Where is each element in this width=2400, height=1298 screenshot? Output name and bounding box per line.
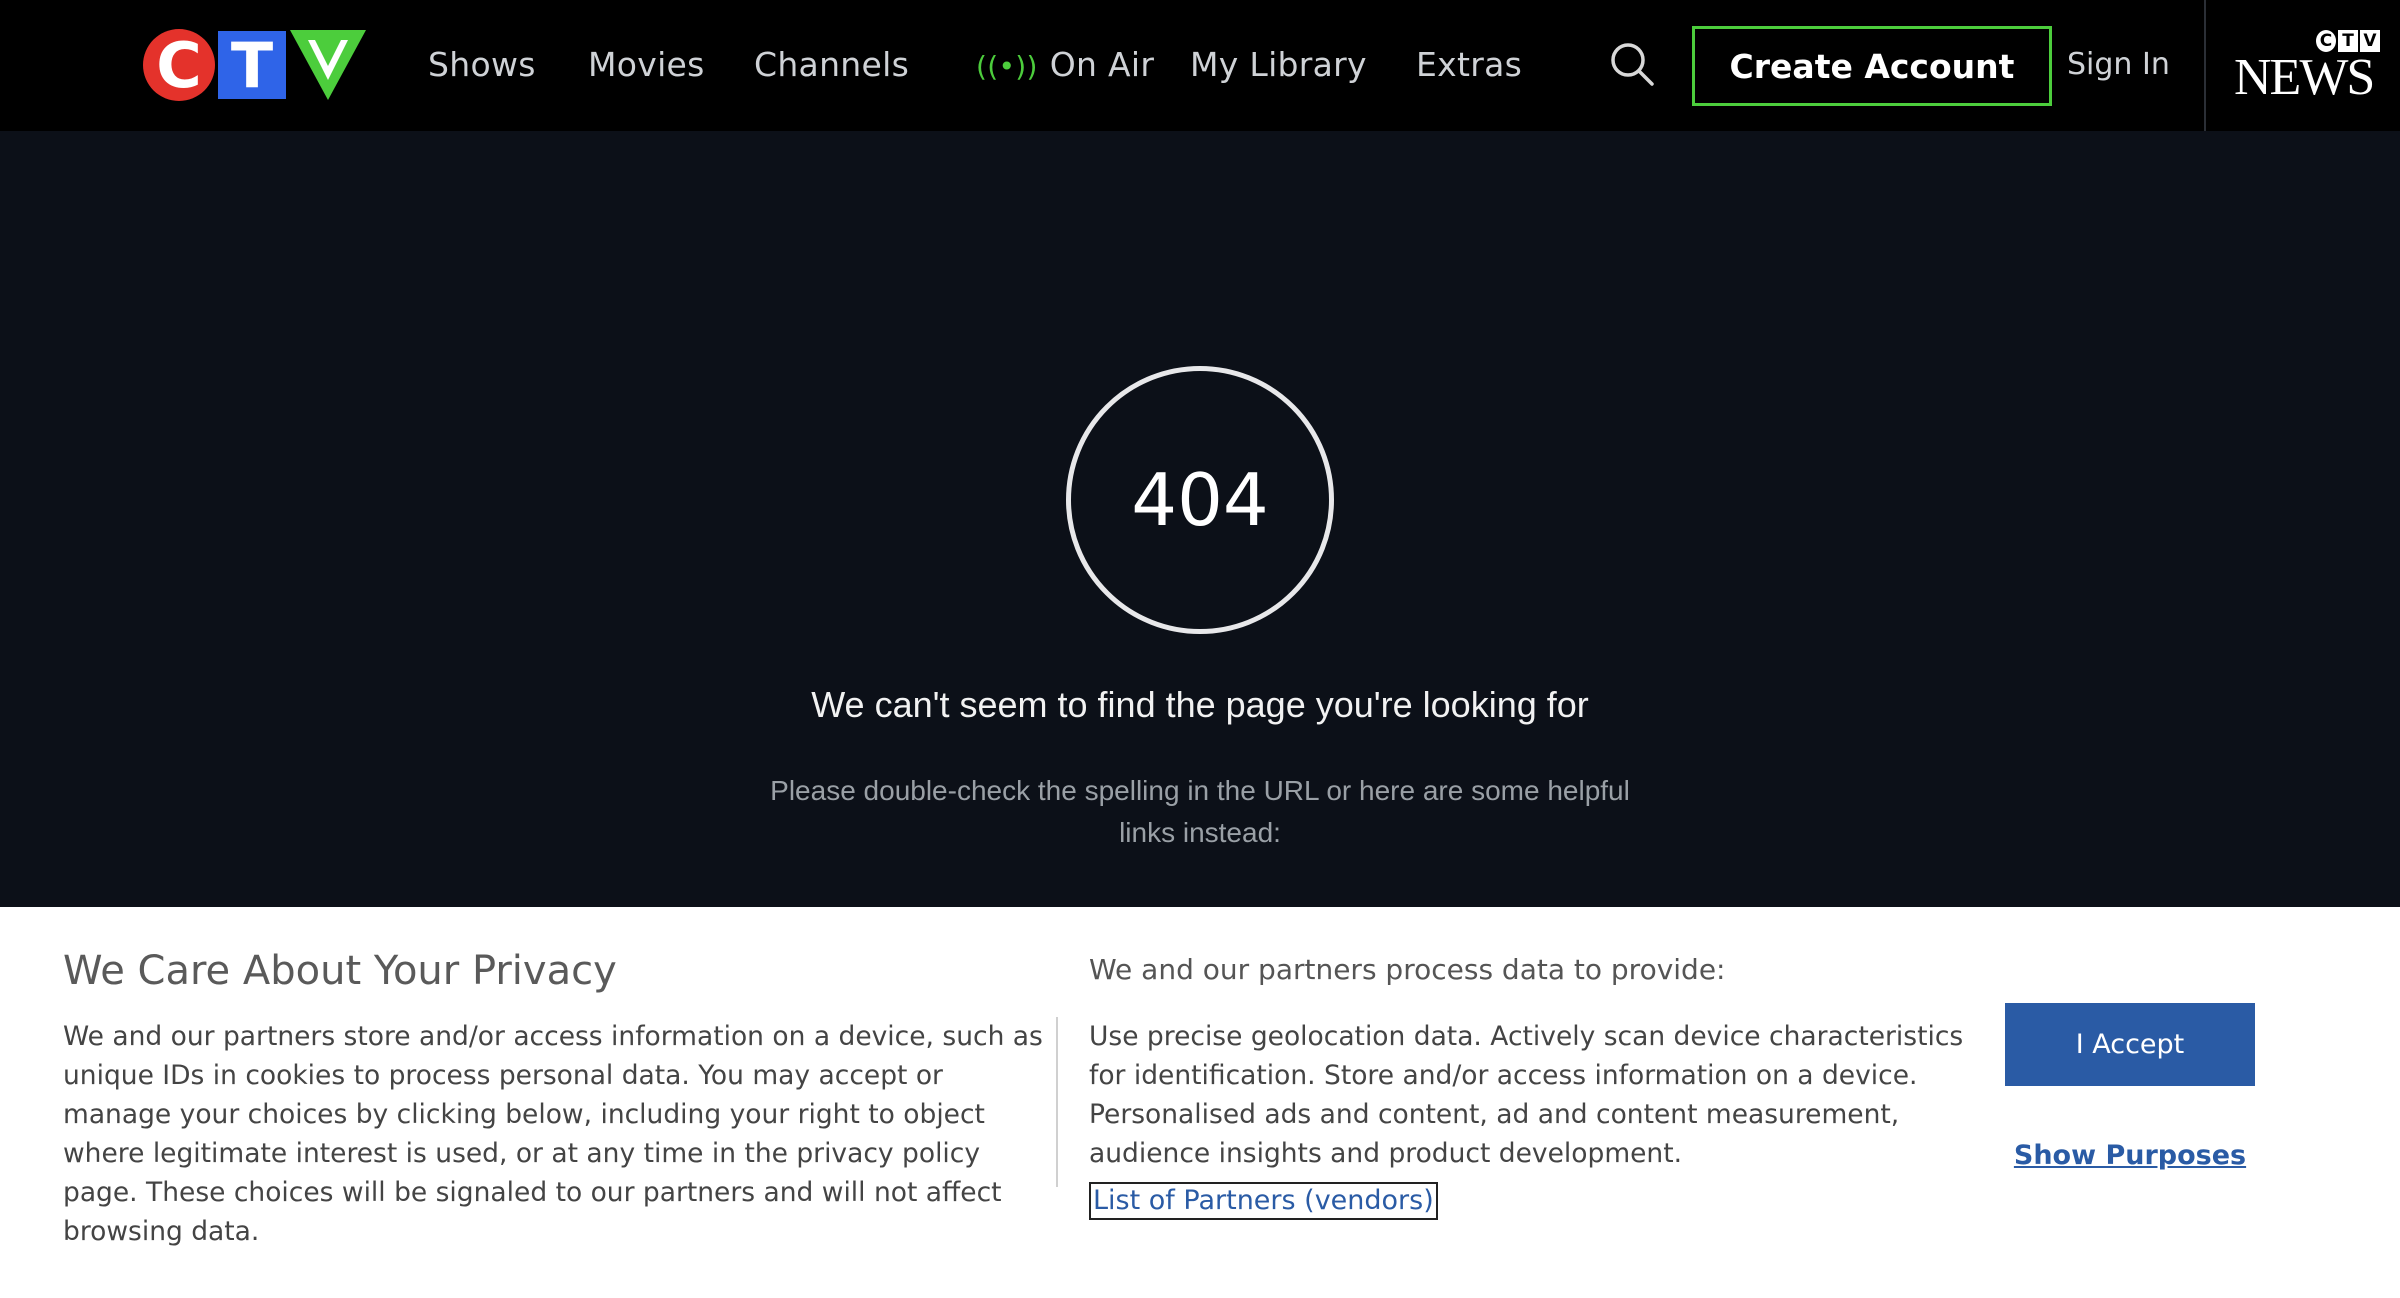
error-code: 404 xyxy=(1131,458,1269,542)
privacy-purposes-title: We and our partners process data to prov… xyxy=(1089,953,1726,986)
nav-on-air[interactable]: ((•)) On Air xyxy=(976,40,1154,90)
privacy-body: We and our partners store and/or access … xyxy=(63,1021,1043,1247)
error-code-circle: 404 xyxy=(1066,366,1334,634)
ctv-logo[interactable]: C T xyxy=(143,28,368,102)
broadcast-icon: ((•)) xyxy=(976,50,1038,83)
nav-my-library[interactable]: My Library xyxy=(1190,40,1367,90)
privacy-purposes-body: Use precise geolocation data. Actively s… xyxy=(1089,1021,1964,1169)
create-account-button[interactable]: Create Account xyxy=(1692,26,2052,106)
accept-button[interactable]: I Accept xyxy=(2005,1003,2255,1086)
error-title: We can't seem to find the page you're lo… xyxy=(811,684,1589,725)
sign-in-link[interactable]: Sign In xyxy=(2067,40,2170,90)
partners-link[interactable]: List of Partners (vendors) xyxy=(1089,1182,1438,1220)
news-logo-word: NEWS xyxy=(2234,49,2375,106)
nav-divider xyxy=(2204,0,2206,131)
nav-on-air-label: On Air xyxy=(1049,45,1155,84)
show-purposes-link[interactable]: Show Purposes xyxy=(2000,1140,2260,1171)
error-subtitle: Please double-check the spelling in the … xyxy=(770,775,1630,848)
privacy-divider xyxy=(1056,1017,1058,1187)
logo-letter-v xyxy=(290,30,366,100)
nav-channels[interactable]: Channels xyxy=(754,40,909,90)
logo-letter-t: T xyxy=(218,29,286,102)
search-icon[interactable] xyxy=(1608,40,1656,88)
top-navigation-bar: C T Shows Movies Channels ((•)) On Air My… xyxy=(0,0,2400,131)
nav-movies[interactable]: Movies xyxy=(588,40,705,90)
ctv-news-logo[interactable]: C T V NEWS xyxy=(2230,30,2380,105)
privacy-consent-banner: We Care About Your Privacy We and our pa… xyxy=(0,907,2400,1298)
nav-shows[interactable]: Shows xyxy=(428,40,536,90)
nav-extras[interactable]: Extras xyxy=(1416,40,1522,90)
logo-letter-c: C xyxy=(143,29,215,102)
privacy-title: We Care About Your Privacy xyxy=(63,948,617,994)
